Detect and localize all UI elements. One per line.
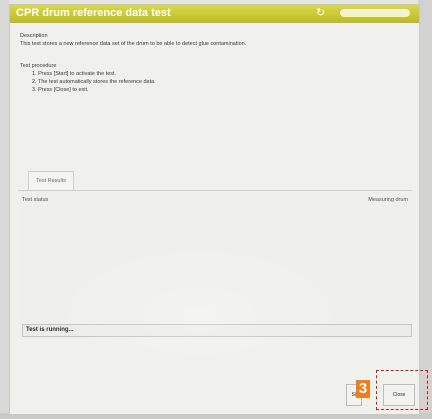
screen-glare bbox=[340, 9, 410, 17]
procedure-step-3: 3. Press [Close] to exit. bbox=[32, 87, 89, 93]
test-status-label: Test status bbox=[22, 197, 49, 203]
tab-test-results[interactable]: Test Results bbox=[28, 171, 74, 190]
step-number-badge: 3 bbox=[356, 380, 370, 398]
refresh-icon[interactable]: ↻ bbox=[316, 6, 325, 19]
monitor-bezel-right bbox=[418, 0, 432, 419]
description-heading: Description bbox=[20, 33, 48, 39]
test-dialog-window: CPR drum reference data test ↻ Descripti… bbox=[9, 4, 420, 415]
test-status-value: Measuring drum bbox=[368, 197, 408, 203]
description-text: This test stores a new reference data se… bbox=[20, 41, 247, 47]
status-text: Test is running... bbox=[26, 327, 74, 333]
procedure-step-1: 1. Press [Start] to activate the test. bbox=[32, 71, 117, 77]
procedure-step-2: 2. The test automatically stores the ref… bbox=[32, 79, 156, 85]
procedure-heading: Test procedure bbox=[20, 63, 57, 69]
status-bar: Test is running... bbox=[22, 324, 412, 337]
title-bar: CPR drum reference data test ↻ bbox=[10, 5, 419, 23]
monitor-bezel-left bbox=[0, 0, 9, 419]
window-title: CPR drum reference data test bbox=[16, 7, 171, 19]
close-button-highlight bbox=[376, 370, 428, 410]
dialog-content: Description This test stores a new refer… bbox=[10, 23, 419, 414]
test-results-panel: Test status Measuring drum bbox=[18, 190, 412, 323]
